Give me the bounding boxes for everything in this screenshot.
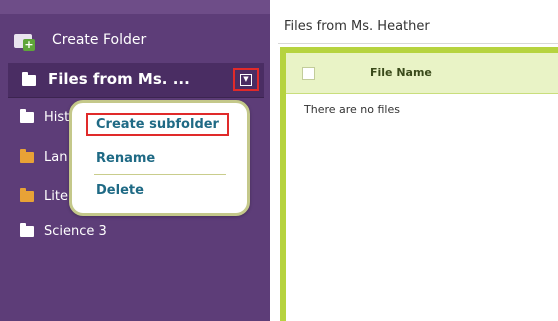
sidebar-item-lan[interactable]: Lan — [20, 147, 67, 167]
sidebar-item-science-3[interactable]: Science 3 — [20, 221, 107, 241]
folder-label: Lite — [44, 188, 68, 204]
page-title: Files from Ms. Heather — [284, 19, 430, 34]
selected-folder-label: Files from Ms. ... — [48, 70, 190, 88]
menu-divider — [94, 174, 226, 175]
folder-label: Lan — [44, 149, 68, 165]
column-header-file-name[interactable]: File Name — [370, 66, 432, 79]
folder-menu-button[interactable]: ▼ — [233, 68, 259, 91]
dropdown-arrow-icon: ▼ — [240, 73, 252, 86]
folder-context-menu: Create subfolder Rename Delete — [69, 100, 250, 216]
selected-folder-row[interactable]: Files from Ms. ... ▼ — [8, 63, 264, 98]
sidebar-item-hist[interactable]: Hist — [20, 107, 69, 127]
sidebar-top-band — [0, 0, 270, 14]
sidebar: + Create Folder Files from Ms. ... ▼ His… — [0, 0, 270, 321]
folder-label: Hist — [44, 109, 70, 125]
folder-label: Science 3 — [44, 223, 107, 239]
rename-menu-item[interactable]: Rename — [96, 151, 155, 166]
sidebar-item-lite[interactable]: Lite — [20, 186, 68, 206]
delete-menu-item[interactable]: Delete — [96, 183, 144, 198]
main-panel: Files from Ms. Heather File Name There a… — [270, 0, 558, 321]
create-subfolder-menu-item[interactable]: Create subfolder — [86, 113, 229, 136]
empty-files-message: There are no files — [304, 103, 400, 116]
folder-icon — [22, 72, 36, 86]
create-folder-label: Create Folder — [52, 32, 147, 48]
folder-icon — [20, 187, 34, 202]
create-folder-button[interactable]: + Create Folder — [14, 28, 146, 52]
create-folder-icon: + — [14, 31, 36, 51]
title-divider — [278, 43, 558, 44]
select-all-checkbox[interactable] — [302, 67, 315, 80]
folder-icon — [20, 222, 34, 237]
files-table-frame: File Name There are no files — [280, 47, 558, 321]
folder-icon — [20, 108, 34, 123]
folder-icon — [20, 148, 34, 163]
